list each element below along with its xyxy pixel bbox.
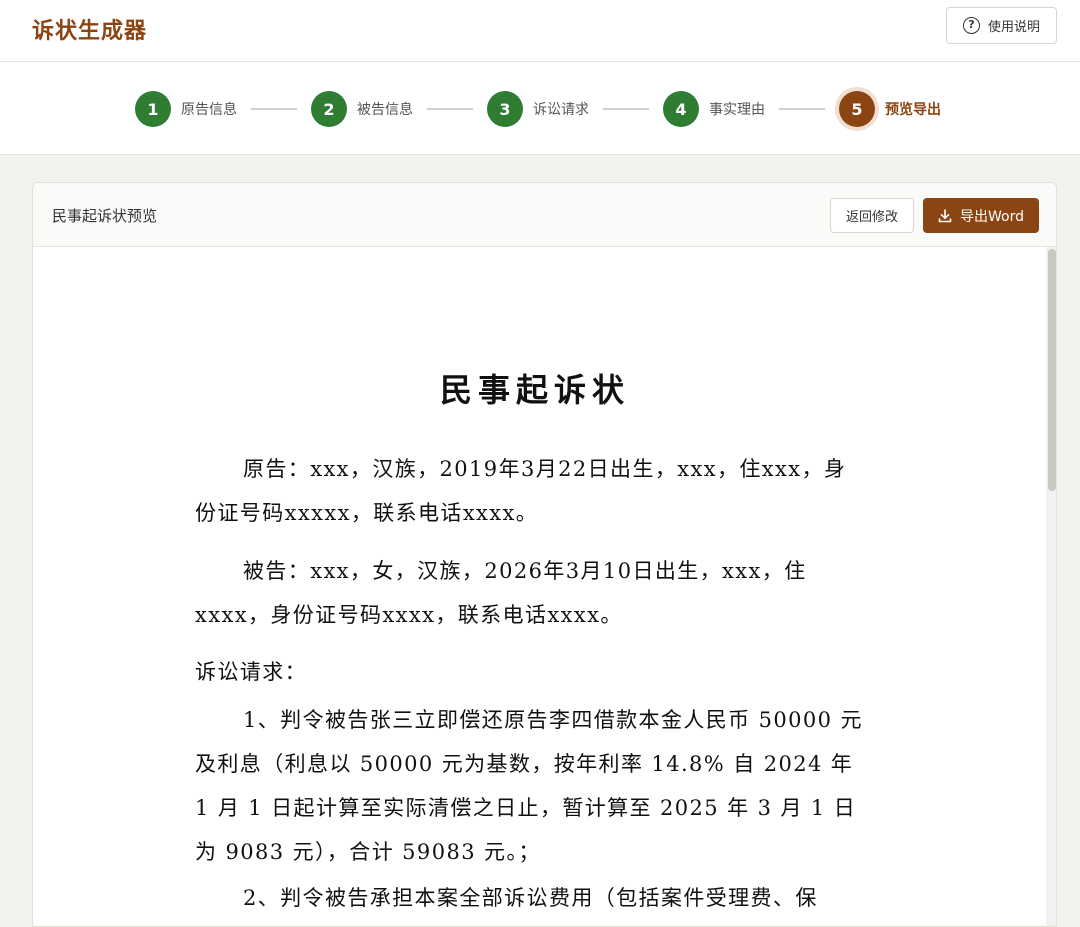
step-5-label: 预览导出 [885,102,941,118]
document-preview[interactable]: 民事起诉状 原告：xxx，汉族，2019年3月22日出生，xxx，住xxx，身份… [33,247,1056,926]
step-1[interactable]: 1 原告信息 [135,91,237,127]
step-2-number: 2 [311,91,347,127]
document-scrollbar[interactable] [1046,247,1056,926]
steps: 1 原告信息 2 被告信息 3 诉讼请求 4 事实理由 5 预览导出 [135,91,941,127]
step-5-number: 5 [839,91,875,127]
step-4-label: 事实理由 [709,102,765,118]
back-to-edit-button[interactable]: 返回修改 [830,198,914,233]
help-button[interactable]: ? 使用说明 [946,7,1057,44]
claim-2-paragraph: 2、判令被告承担本案全部诉讼费用（包括案件受理费、保 [243,886,818,910]
plaintiff-paragraph: 原告：xxx，汉族，2019年3月22日出生，xxx，住xxx，身份证号码xxx… [195,457,847,525]
step-1-label: 原告信息 [181,102,237,118]
export-word-button[interactable]: 导出Word [923,198,1039,233]
preview-panel-title: 民事起诉状预览 [52,207,158,225]
step-3-number: 3 [487,91,523,127]
download-icon [938,208,952,222]
step-connector [779,108,825,110]
step-progress-bar: 1 原告信息 2 被告信息 3 诉讼请求 4 事实理由 5 预览导出 [0,62,1080,155]
step-connector [251,108,297,110]
step-connector [603,108,649,110]
step-3[interactable]: 3 诉讼请求 [487,91,589,127]
scrollbar-thumb[interactable] [1048,249,1056,491]
preview-panel-header: 民事起诉状预览 返回修改 导出Word [33,183,1056,247]
step-4-number: 4 [663,91,699,127]
document-title: 民事起诉状 [439,371,630,409]
question-circle-icon: ? [962,17,980,34]
app-title: 诉状生成器 [32,19,148,44]
top-bar: 诉状生成器 ? 使用说明 [0,0,1080,62]
step-3-label: 诉讼请求 [533,102,589,118]
step-4[interactable]: 4 事实理由 [663,91,765,127]
step-2-label: 被告信息 [357,102,413,118]
help-button-label: 使用说明 [987,20,1040,35]
defendant-paragraph: 被告：xxx，女，汉族，2026年3月10日出生，xxx，住xxxx，身份证号码… [195,559,807,627]
preview-panel: 民事起诉状预览 返回修改 导出Word 民事起诉状 原告：xxx，汉族，2019… [32,182,1057,927]
step-connector [427,108,473,110]
step-1-number: 1 [135,91,171,127]
step-5[interactable]: 5 预览导出 [839,91,941,127]
step-2[interactable]: 2 被告信息 [311,91,413,127]
claims-heading: 诉讼请求： [195,660,307,684]
claim-1-paragraph: 1、判令被告张三立即偿还原告李四借款本金人民币 50000 元及利息（利息以 5… [195,708,863,864]
export-word-label: 导出Word [960,208,1024,225]
